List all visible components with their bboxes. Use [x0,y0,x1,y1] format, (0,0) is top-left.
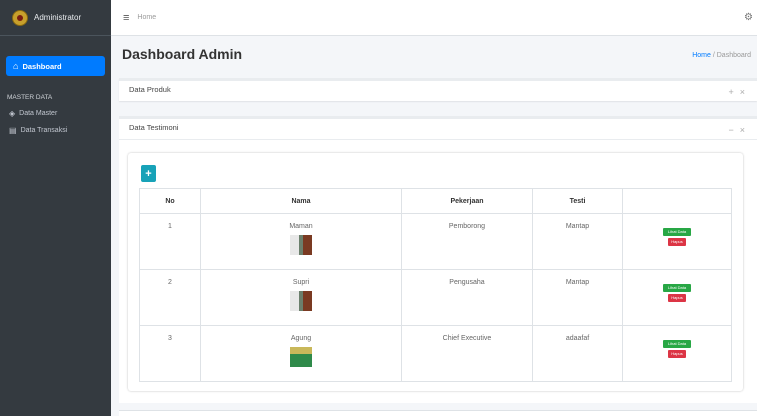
cell-aksi: Lihat Data Hapus [622,325,732,382]
hapus-button[interactable]: Hapus [668,294,686,302]
card-tools: −× [728,125,751,135]
hapus-button[interactable]: Hapus [668,350,686,358]
sidebar-item-data-master[interactable]: ◈ Data Master [0,109,111,118]
nav-home-link[interactable]: Home [137,14,156,21]
sidebar-item-label: Data Transaksi [20,127,68,134]
table-header-row: No Nama Pekerjaan Testi [139,188,732,214]
hapus-button[interactable]: Hapus [668,238,686,246]
cell-no: 1 [139,213,201,270]
cell-aksi: Lihat Data Hapus [622,213,732,270]
top-navbar: ≡ Home ⚙ [111,0,757,36]
shield-icon: ◈ [9,109,16,118]
menu-toggle-icon[interactable]: ≡ [123,12,129,24]
table-row: 2 Supri Pengusaha Mantap Lihat Data Hapus [139,269,732,326]
column-header-no: No [139,188,201,214]
sidebar-item-label: Dashboard [22,61,62,71]
nama-text: Maman [289,223,313,230]
nav-section-header: MASTER DATA [7,94,53,101]
testimoni-panel: + No Nama Pekerjaan Testi 1 Maman Pembor… [128,153,743,391]
database-icon: ▤ [9,126,17,135]
table-row: 1 Maman Pemborong Mantap Lihat Data Hapus [139,213,732,270]
table-row: 3 Agung Chief Executive adaafaf Lihat Da… [139,325,732,382]
page-title: Dashboard Admin [122,46,243,62]
close-icon[interactable]: × [740,87,751,97]
column-header-testi: Testi [532,188,623,214]
close-icon[interactable]: × [740,125,751,135]
lihat-data-button[interactable]: Lihat Data [663,340,691,348]
cell-pekerjaan: Pengusaha [401,269,533,326]
card-tools: +× [728,87,751,97]
card-data-produk: Data Produk +× [119,78,757,101]
testimoni-photo [290,235,312,255]
card-data-testimoni-header: Data Testimoni −× [119,116,757,140]
collapse-icon[interactable]: − [728,125,739,135]
cell-testi: adaafaf [532,325,623,382]
testimoni-photo [290,347,312,367]
lihat-data-button[interactable]: Lihat Data [663,228,691,236]
cell-nama: Agung [200,325,402,382]
card-data-testimoni-body: + No Nama Pekerjaan Testi 1 Maman Pembor… [119,140,757,403]
cell-pekerjaan: Pemborong [401,213,533,270]
breadcrumb: Home / Dashboard [692,52,751,59]
sidebar-item-dashboard[interactable]: ⌂ Dashboard [6,56,105,76]
home-icon: ⌂ [13,61,19,71]
next-card-edge [119,410,757,416]
cell-nama: Supri [200,269,402,326]
gear-icon[interactable]: ⚙ [744,12,753,23]
add-testimoni-button[interactable]: + [141,165,156,182]
cell-pekerjaan: Chief Executive [401,325,533,382]
expand-icon[interactable]: + [728,87,739,97]
column-header-aksi [622,188,732,214]
plus-icon: + [145,167,152,180]
breadcrumb-current: Dashboard [716,52,751,59]
testimoni-table: No Nama Pekerjaan Testi 1 Maman Pemboron… [139,188,732,382]
cell-testi: Mantap [532,269,623,326]
sidebar-item-data-transaksi[interactable]: ▤ Data Transaksi [0,126,111,135]
cell-no: 3 [139,325,201,382]
nama-text: Supri [292,279,310,286]
column-header-pekerjaan: Pekerjaan [401,188,533,214]
sidebar-item-label: Data Master [19,110,58,117]
logo-icon [12,9,28,26]
card-title: Data Produk [129,85,171,94]
card-title: Data Testimoni [129,123,179,132]
cell-nama: Maman [200,213,402,270]
lihat-data-button[interactable]: Lihat Data [663,284,691,292]
testimoni-photo [290,291,312,311]
column-header-nama: Nama [200,188,402,214]
breadcrumb-home[interactable]: Home [692,52,711,59]
sidebar: Administrator ⌂ Dashboard MASTER DATA ◈ … [0,0,111,416]
brand-link[interactable]: Administrator [0,0,111,36]
nama-text: Agung [290,335,312,342]
cell-testi: Mantap [532,213,623,270]
cell-aksi: Lihat Data Hapus [622,269,732,326]
cell-no: 2 [139,269,201,326]
brand-text: Administrator [34,13,82,22]
